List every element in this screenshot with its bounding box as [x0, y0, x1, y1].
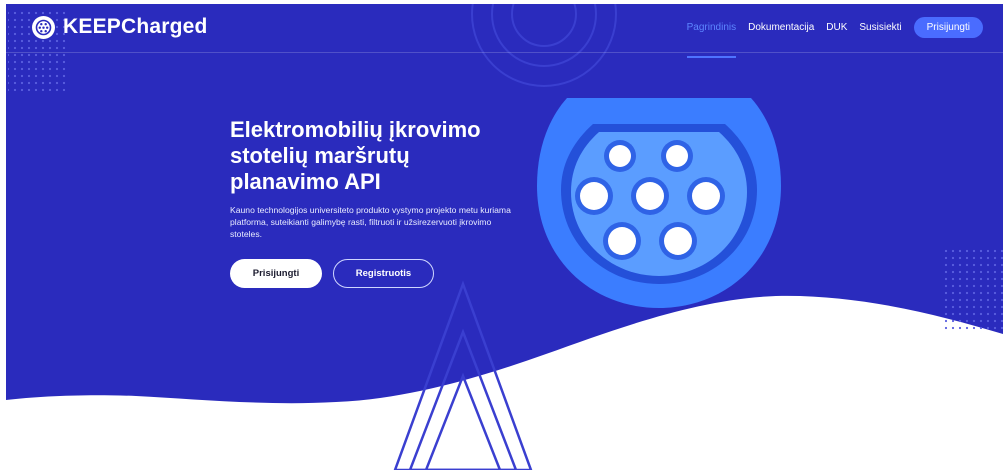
brand-logo-link[interactable]: KEEPCharged [32, 15, 208, 39]
ev-connector-icon [32, 15, 55, 39]
hero-register-button[interactable]: Registruotis [333, 259, 434, 288]
hero-section: KEEPCharged Pagrindinis Dokumentacija DU… [6, 4, 1003, 470]
top-navigation: KEEPCharged Pagrindinis Dokumentacija DU… [6, 4, 1003, 58]
nav-login-button[interactable]: Prisijungti [913, 17, 983, 38]
brand-name: KEEPCharged [63, 15, 208, 38]
nav-item-duk[interactable]: DUK [826, 22, 847, 33]
nav-item-susisiekti[interactable]: Susisiekti [859, 22, 901, 33]
hero-login-button[interactable]: Prisijungti [230, 259, 322, 288]
nav-item-dokumentacija[interactable]: Dokumentacija [748, 22, 814, 33]
dot-pattern-right [941, 246, 1003, 332]
nav-item-pagrindinis[interactable]: Pagrindinis [686, 22, 737, 58]
main-nav: Pagrindinis Dokumentacija DUK Susisiekti… [686, 17, 983, 58]
ev-plug-socket-icon [537, 98, 781, 308]
hero-headline: Elektromobilių įkrovimo stotelių maršrut… [230, 117, 481, 194]
hero-description: Kauno technologijos universiteto produkt… [230, 205, 511, 239]
